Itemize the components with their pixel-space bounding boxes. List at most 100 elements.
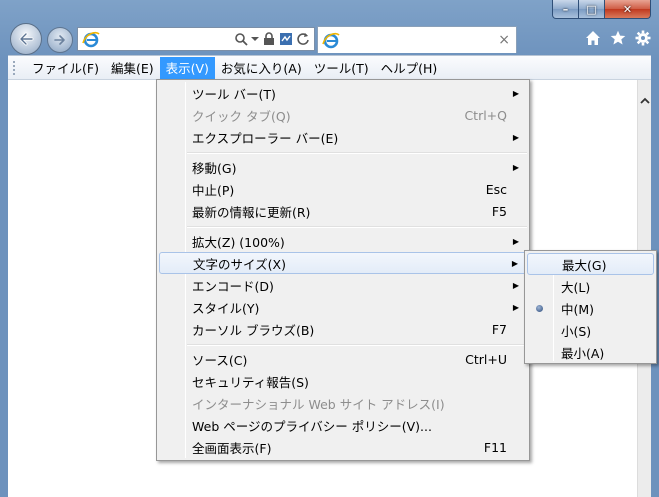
- menu-item-label: カーソル ブラウズ(B): [192, 322, 315, 338]
- menu-item-label: エクスプローラー バー(E): [192, 130, 339, 146]
- menu-item-label: ソース(C): [192, 352, 248, 368]
- menu-item-shortcut: Ctrl+U: [465, 351, 507, 367]
- home-button[interactable]: [584, 29, 601, 46]
- menu-item-label: セキュリティ報告(S): [192, 374, 309, 390]
- minimize-button[interactable]: –: [552, 0, 579, 19]
- submenu-arrow-icon: ▶: [511, 258, 518, 268]
- menu-item-label: 大(L): [561, 279, 591, 295]
- maximize-button[interactable]: □: [579, 0, 605, 19]
- chevron-down-icon[interactable]: [251, 35, 259, 43]
- menu-item-caret-browsing[interactable]: カーソル ブラウズ(B) F7: [159, 318, 527, 340]
- submenu-arrow-icon: ▶: [512, 280, 519, 290]
- menu-separator: [187, 152, 527, 154]
- menu-item-label: 最大(G): [562, 257, 607, 273]
- browser-window: – □ ✕ × ファイル(F) 編集(E) 表示(V) お気に入り(A) ツール…: [0, 0, 659, 497]
- command-icons: [584, 29, 651, 46]
- menu-item-shortcut: Esc: [485, 181, 507, 197]
- text-size-smaller[interactable]: 小(S): [527, 319, 654, 341]
- menu-item-shortcut: F11: [483, 439, 507, 455]
- text-size-submenu: 最大(G) 大(L) 中(M) 小(S) 最小(A): [524, 250, 657, 364]
- radio-selected-icon: [536, 304, 543, 312]
- toolbar-grip[interactable]: [12, 59, 16, 76]
- chevron-up-icon: [640, 97, 650, 104]
- menu-item-label: クイック タブ(Q): [192, 108, 291, 124]
- menu-item-encoding[interactable]: エンコード(D) ▶: [159, 274, 527, 296]
- menu-item-label: 最小(A): [561, 345, 605, 361]
- menu-item-source[interactable]: ソース(C) Ctrl+U: [159, 348, 527, 370]
- gear-icon: [635, 30, 650, 45]
- ie-logo-icon: [82, 31, 100, 48]
- text-size-smallest[interactable]: 最小(A): [527, 341, 654, 363]
- menu-bar: ファイル(F) 編集(E) 表示(V) お気に入り(A) ツール(T) ヘルプ(…: [8, 55, 651, 79]
- menu-item-refresh[interactable]: 最新の情報に更新(R) F5: [159, 200, 527, 222]
- menu-file[interactable]: ファイル(F): [26, 57, 105, 79]
- menu-item-label: ツール バー(T): [192, 86, 276, 102]
- menu-item-label: 拡大(Z) (100%): [192, 234, 285, 250]
- tools-button[interactable]: [634, 29, 651, 46]
- menu-item-label: 小(S): [561, 323, 592, 339]
- menu-item-international-address: インターナショナル Web サイト アドレス(I): [159, 392, 527, 414]
- menu-tools[interactable]: ツール(T): [308, 57, 375, 79]
- menu-item-stop[interactable]: 中止(P) Esc: [159, 178, 527, 200]
- menu-edit[interactable]: 編集(E): [105, 57, 160, 79]
- menu-item-label: 最新の情報に更新(R): [192, 204, 311, 220]
- menu-item-text-size[interactable]: 文字のサイズ(X) ▶: [159, 252, 527, 274]
- menu-item-label: 文字のサイズ(X): [193, 256, 286, 272]
- menu-separator: [187, 344, 527, 346]
- menu-item-toolbars[interactable]: ツール バー(T) ▶: [159, 82, 527, 104]
- ie-logo-icon: [322, 32, 340, 49]
- menu-item-label: 中(M): [561, 301, 595, 317]
- text-size-larger[interactable]: 大(L): [527, 275, 654, 297]
- menu-item-explorer-bars[interactable]: エクスプローラー バー(E) ▶: [159, 126, 527, 148]
- close-icon: ✕: [622, 2, 633, 16]
- menu-item-label: 移動(G): [192, 160, 237, 176]
- menu-item-quick-tabs: クイック タブ(Q) Ctrl+Q: [159, 104, 527, 126]
- menu-view[interactable]: 表示(V): [159, 56, 215, 79]
- forward-button[interactable]: [47, 27, 73, 53]
- submenu-arrow-icon: ▶: [512, 302, 519, 312]
- menu-item-privacy-policy[interactable]: Web ページのプライバシー ポリシー(V)...: [159, 414, 527, 436]
- menu-item-shortcut: F5: [491, 203, 507, 219]
- lock-icon[interactable]: [263, 32, 275, 46]
- forward-arrow-icon: [54, 35, 65, 45]
- home-icon: [585, 30, 600, 45]
- menu-item-full-screen[interactable]: 全画面表示(F) F11: [159, 436, 527, 458]
- menu-item-zoom[interactable]: 拡大(Z) (100%) ▶: [159, 230, 527, 252]
- refresh-icon[interactable]: [296, 32, 310, 46]
- close-button[interactable]: ✕: [605, 0, 651, 19]
- submenu-arrow-icon: ▶: [512, 88, 519, 98]
- maximize-icon: □: [586, 2, 597, 16]
- menu-item-shortcut: Ctrl+Q: [464, 107, 507, 123]
- minimize-icon: –: [562, 2, 569, 16]
- menu-item-label: インターナショナル Web サイト アドレス(I): [192, 396, 445, 412]
- compat-view-icon[interactable]: [279, 32, 293, 46]
- search-icon[interactable]: [234, 32, 248, 46]
- view-menu: ツール バー(T) ▶ クイック タブ(Q) Ctrl+Q エクスプローラー バ…: [156, 79, 530, 461]
- menu-item-shortcut: F7: [491, 321, 507, 337]
- submenu-arrow-icon: ▶: [512, 236, 519, 246]
- text-size-medium[interactable]: 中(M): [527, 297, 654, 319]
- menu-item-security-report[interactable]: セキュリティ報告(S): [159, 370, 527, 392]
- menu-item-style[interactable]: スタイル(Y) ▶: [159, 296, 527, 318]
- menu-item-label: Web ページのプライバシー ポリシー(V)...: [192, 418, 432, 434]
- tab-blank[interactable]: ×: [317, 26, 517, 53]
- address-bar[interactable]: [77, 27, 315, 51]
- tab-close-icon[interactable]: ×: [498, 32, 510, 48]
- back-button[interactable]: [10, 23, 42, 55]
- menu-favorites[interactable]: お気に入り(A): [215, 57, 308, 79]
- menu-separator: [187, 226, 527, 228]
- caption-buttons: – □ ✕: [552, 0, 651, 21]
- scroll-up-button[interactable]: [638, 80, 652, 120]
- text-size-largest[interactable]: 最大(G): [527, 253, 654, 275]
- menu-item-label: エンコード(D): [192, 278, 274, 294]
- menu-help[interactable]: ヘルプ(H): [375, 57, 444, 79]
- menu-item-label: 中止(P): [192, 182, 235, 198]
- back-arrow-icon: [19, 32, 34, 46]
- star-icon: [610, 30, 625, 44]
- menu-item-label: 全画面表示(F): [192, 440, 272, 456]
- menu-item-go-to[interactable]: 移動(G) ▶: [159, 156, 527, 178]
- menu-item-label: スタイル(Y): [192, 300, 260, 316]
- submenu-arrow-icon: ▶: [512, 162, 519, 172]
- submenu-arrow-icon: ▶: [512, 132, 519, 142]
- favorites-button[interactable]: [609, 29, 626, 46]
